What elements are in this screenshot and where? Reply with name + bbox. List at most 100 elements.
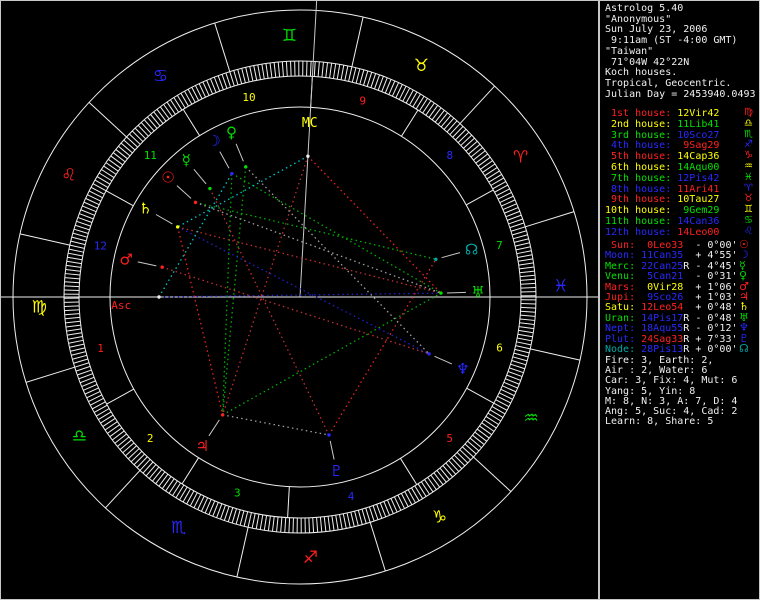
house-cusp-line-9: [400, 109, 419, 137]
degree-tick: [73, 228, 89, 234]
degree-tick: [313, 61, 316, 77]
aspect-line-mars-neptune: [162, 266, 430, 355]
degree-tick: [335, 515, 339, 530]
house-number-5: 5: [446, 432, 453, 445]
house-cusp-value: 9Gem29: [677, 205, 720, 217]
degree-tick: [77, 216, 93, 223]
degree-tick: [69, 343, 85, 348]
saturn-dot: [175, 225, 180, 229]
degree-tick: [465, 140, 478, 152]
house-cusp-value: 12Pis42: [677, 172, 720, 184]
degree-tick: [71, 236, 87, 242]
degree-tick: [357, 510, 363, 525]
degree-tick: [72, 354, 87, 360]
degree-tick: [519, 266, 535, 270]
asc-label: Asc: [111, 299, 131, 312]
degree-tick: [462, 446, 474, 458]
degree-tick: [290, 61, 292, 77]
house-cusp-value: 11Lib41: [677, 118, 720, 130]
degree-tick: [479, 425, 492, 436]
house-cusp-value: 14Aqu00: [677, 161, 720, 173]
house-number-11: 11: [144, 149, 157, 162]
degree-tick: [239, 510, 245, 526]
planet-label: Satu:: [605, 302, 636, 314]
degree-tick: [64, 285, 80, 288]
planet-position-value: 0Vir28: [641, 281, 684, 293]
degree-tick: [439, 467, 450, 480]
degree-tick: [350, 511, 355, 527]
degree-tick: [348, 66, 353, 82]
node-pointer-line: [441, 252, 461, 259]
degree-tick: [469, 437, 482, 449]
cancer-icon: ♋: [744, 214, 753, 226]
astrolog-window: ☉ ☽ ☿ ♀ ♂ ♃ ♄ ♅ ♆ ♇ ☊ ♈ ♉ ♊ ♋ ♌ ♍ ♎ ♏ ♐ ♑ ♒ ♓ 1 2 3 4 5 6 7 8 9 10 11 12 As…: [0, 0, 760, 600]
pluto-dot: [327, 433, 331, 437]
degree-tick: [225, 72, 232, 88]
degree-tick: [412, 93, 421, 108]
degree-tick: [481, 422, 495, 432]
degree-tick: [442, 465, 454, 478]
degree-tick: [175, 484, 185, 499]
degree-tick: [374, 74, 381, 90]
degree-tick: [102, 417, 116, 427]
degree-tick: [75, 365, 91, 372]
degree-tick: [511, 360, 527, 366]
degree-tick: [325, 62, 329, 78]
degree-tick: [64, 305, 80, 307]
degree-tick: [340, 65, 345, 80]
aspect-line-asc-moon: [158, 173, 233, 298]
planet-position-value: 18Aqu55: [641, 323, 684, 335]
degree-tick: [445, 462, 457, 475]
degree-tick: [518, 329, 534, 334]
degree-tick: [520, 310, 536, 313]
degree-tick: [118, 145, 131, 157]
degree-tick: [448, 460, 460, 472]
uranus-dot: [439, 291, 443, 295]
degree-tick: [69, 244, 85, 249]
sign-boundary-line: [525, 211, 575, 228]
planet-velocity: - 4°45': [689, 260, 738, 272]
chart-info-header: Astrolog 5.40 "Anonymous" Sun July 23, 200…: [605, 3, 759, 100]
degree-tick: [420, 481, 430, 495]
degree-tick: [173, 97, 183, 111]
degree-tick: [323, 516, 327, 532]
aspect-line-saturn-jupiter: [177, 226, 224, 416]
degree-tick: [510, 226, 526, 232]
planet-label: Venu:: [605, 271, 636, 283]
planet-position-value: 22Can25: [641, 260, 684, 272]
planet-velocity: - 0°48': [689, 312, 738, 324]
mercury-icon: ☿: [182, 151, 191, 169]
degree-tick: [507, 371, 523, 378]
house-number-1: 1: [97, 342, 104, 355]
mc-dot: [306, 154, 310, 158]
planet-position-value: 9Sco26: [641, 292, 684, 304]
degree-tick: [485, 415, 499, 425]
pluto-icon: ♇: [330, 462, 343, 480]
house-label: 3rd house:: [605, 129, 672, 141]
jupiter-pointer-line: [208, 419, 220, 437]
aspect-line-mc-jupiter: [222, 156, 309, 416]
degree-tick: [112, 152, 126, 163]
degree-tick: [518, 326, 534, 330]
house-cusp-value: 14Leo00: [677, 226, 720, 238]
degree-tick: [437, 112, 448, 125]
degree-tick: [316, 517, 319, 533]
degree-tick: [517, 254, 533, 258]
degree-tick: [137, 124, 149, 137]
degree-tick: [64, 281, 80, 284]
degree-tick: [321, 62, 324, 78]
degree-tick: [64, 313, 80, 316]
aries-icon: ♈: [744, 182, 753, 194]
degree-tick: [361, 508, 367, 524]
degree-tick: [336, 64, 341, 80]
house-number-6: 6: [496, 342, 503, 355]
degree-tick: [309, 61, 312, 77]
sign-boundary-line: [19, 233, 70, 246]
degree-tick: [136, 456, 148, 468]
degree-tick: [516, 250, 532, 255]
degree-tick: [76, 220, 91, 227]
degree-tick: [329, 63, 333, 79]
degree-tick: [231, 508, 237, 524]
house-number-9: 9: [359, 94, 366, 107]
degree-tick: [166, 101, 176, 115]
